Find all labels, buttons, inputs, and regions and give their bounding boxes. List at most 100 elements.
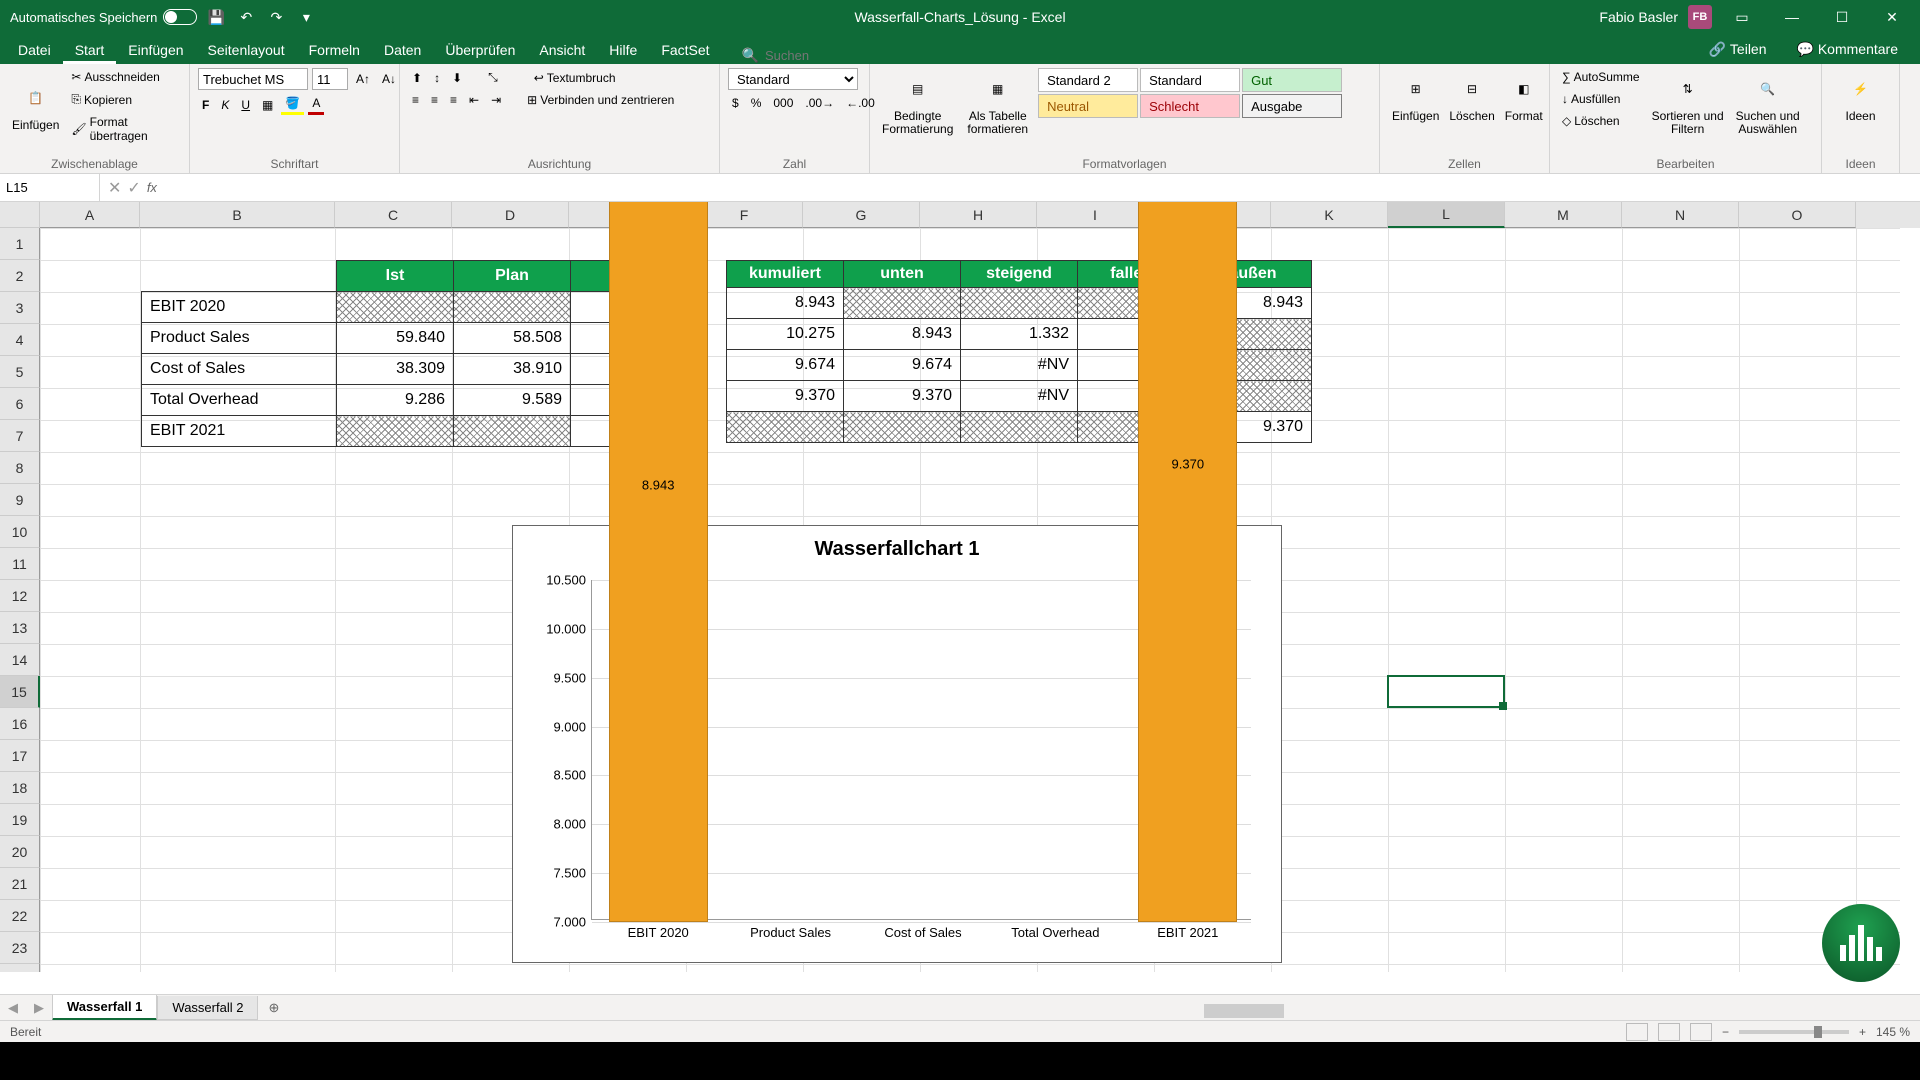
indent-icon[interactable]: ⇥ [487,91,505,109]
search-input[interactable] [765,48,845,63]
comments-button[interactable]: 💬 Kommentare [1785,35,1910,64]
cell-style-gut[interactable]: Gut [1242,68,1342,92]
font-size-input[interactable] [312,68,348,90]
row-header[interactable]: 6 [0,388,40,420]
cancel-formula-icon[interactable]: ✕ [108,178,121,198]
row-header[interactable]: 16 [0,708,40,740]
row-header[interactable]: 18 [0,772,40,804]
font-name-input[interactable] [198,68,308,90]
row-header[interactable]: 9 [0,484,40,516]
tab-formeln[interactable]: Formeln [297,36,372,64]
align-left-icon[interactable]: ≡ [408,91,423,109]
fill-button[interactable]: ↓ Ausfüllen [1558,90,1644,108]
cell-style-neutral[interactable]: Neutral [1038,94,1138,118]
thousands-icon[interactable]: 000 [769,94,797,112]
row-header[interactable]: 11 [0,548,40,580]
horizontal-scrollbar[interactable] [1180,1002,1900,1020]
cell-style-schlecht[interactable]: Schlecht [1140,94,1240,118]
percent-icon[interactable]: % [747,94,766,112]
format-cells-button[interactable]: ◧Format [1501,68,1547,127]
row-headers[interactable]: 123456789101112131415161718192021222324 [0,228,40,972]
row-header[interactable]: 20 [0,836,40,868]
sort-filter-button[interactable]: ⇅Sortieren und Filtern [1648,68,1728,140]
data-table-1[interactable]: IstPlanDeltaEBIT 20208.943Product Sales5… [141,260,688,447]
tab-ansicht[interactable]: Ansicht [527,36,597,64]
row-header[interactable]: 14 [0,644,40,676]
row-header[interactable]: 17 [0,740,40,772]
row-header[interactable]: 19 [0,804,40,836]
view-pagebreak-icon[interactable] [1690,1023,1712,1041]
toggle-switch-icon[interactable] [163,9,197,25]
tab-hilfe[interactable]: Hilfe [597,36,649,64]
font-color-icon[interactable]: A [308,94,324,115]
italic-button[interactable]: K [217,96,233,114]
sheet-tab-other[interactable]: Wasserfall 2 [157,996,258,1020]
redo-icon[interactable]: ↷ [265,6,287,28]
row-header[interactable]: 12 [0,580,40,612]
ribbon-options-icon[interactable]: ▭ [1722,2,1762,32]
row-header[interactable]: 13 [0,612,40,644]
inc-decimal-icon[interactable]: .00→ [801,94,838,112]
save-icon[interactable]: 💾 [205,6,227,28]
row-header[interactable]: 24 [0,964,40,972]
select-all-corner[interactable] [0,202,40,228]
tab-start[interactable]: Start [63,36,117,64]
column-header[interactable]: C [335,202,452,228]
zoom-in-icon[interactable]: + [1859,1025,1866,1039]
orientation-icon[interactable]: ⤡ [484,68,502,87]
name-box[interactable]: L15 [0,174,100,201]
share-button[interactable]: 🔗 Teilen [1697,35,1779,64]
cell-style-standard[interactable]: Standard [1140,68,1240,92]
conditional-formatting-button[interactable]: ▤ Bedingte Formatierung [878,68,957,140]
row-header[interactable]: 22 [0,900,40,932]
sheet-nav-next-icon[interactable]: ▶ [26,1000,52,1016]
waterfall-chart[interactable]: Wasserfallchart 1 7.0007.5008.0008.5009.… [512,525,1282,963]
close-icon[interactable]: ✕ [1872,2,1912,32]
row-header[interactable]: 10 [0,516,40,548]
cut-button[interactable]: ✂Ausschneiden [67,68,181,86]
cell-style-ausgabe[interactable]: Ausgabe [1242,94,1342,118]
zoom-slider[interactable] [1739,1030,1849,1034]
tab-ueberpruefen[interactable]: Überprüfen [433,36,527,64]
autosave-toggle[interactable]: Automatisches Speichern [10,9,197,25]
align-right-icon[interactable]: ≡ [446,91,461,109]
outdent-icon[interactable]: ⇤ [465,91,483,109]
format-as-table-button[interactable]: ▦ Als Tabelle formatieren [963,68,1032,140]
row-header[interactable]: 15 [0,676,40,708]
paste-button[interactable]: 📋 Einfügen [8,68,63,145]
delete-cells-button[interactable]: ⊟Löschen [1445,68,1498,127]
align-bottom-icon[interactable]: ⬇ [448,69,466,87]
align-middle-icon[interactable]: ↕ [430,69,444,87]
align-center-icon[interactable]: ≡ [427,91,442,109]
wrap-text-button[interactable]: ↩ Textumbruch [530,69,620,87]
undo-icon[interactable]: ↶ [235,6,257,28]
maximize-icon[interactable]: ☐ [1822,2,1862,32]
add-sheet-button[interactable]: ⊕ [258,996,289,1020]
currency-icon[interactable]: $ [728,94,743,112]
zoom-out-icon[interactable]: − [1722,1025,1729,1039]
row-header[interactable]: 3 [0,292,40,324]
row-header[interactable]: 1 [0,228,40,260]
tab-datei[interactable]: Datei [6,36,63,64]
sheet-tab-active[interactable]: Wasserfall 1 [52,995,157,1021]
column-header[interactable]: M [1505,202,1622,228]
find-select-button[interactable]: 🔍Suchen und Auswählen [1732,68,1804,140]
ideas-button[interactable]: ⚡Ideen [1830,68,1891,127]
accept-formula-icon[interactable]: ✓ [127,178,140,198]
row-header[interactable]: 4 [0,324,40,356]
column-header[interactable]: N [1622,202,1739,228]
qat-customize-icon[interactable]: ▾ [295,6,317,28]
column-header[interactable]: L [1388,202,1505,228]
sheet-nav-prev-icon[interactable]: ◀ [0,1000,26,1016]
row-header[interactable]: 7 [0,420,40,452]
tab-seitenlayout[interactable]: Seitenlayout [196,36,297,64]
tell-me-search[interactable]: 🔍 [742,47,845,64]
align-top-icon[interactable]: ⬆ [408,69,426,87]
tab-daten[interactable]: Daten [372,36,433,64]
clear-button[interactable]: ◇ Löschen [1558,112,1644,130]
user-avatar[interactable]: FB [1688,5,1712,29]
tab-factset[interactable]: FactSet [649,36,721,64]
cell-style-standard2[interactable]: Standard 2 [1038,68,1138,92]
minimize-icon[interactable]: — [1772,2,1812,32]
tab-einfuegen[interactable]: Einfügen [116,36,195,64]
